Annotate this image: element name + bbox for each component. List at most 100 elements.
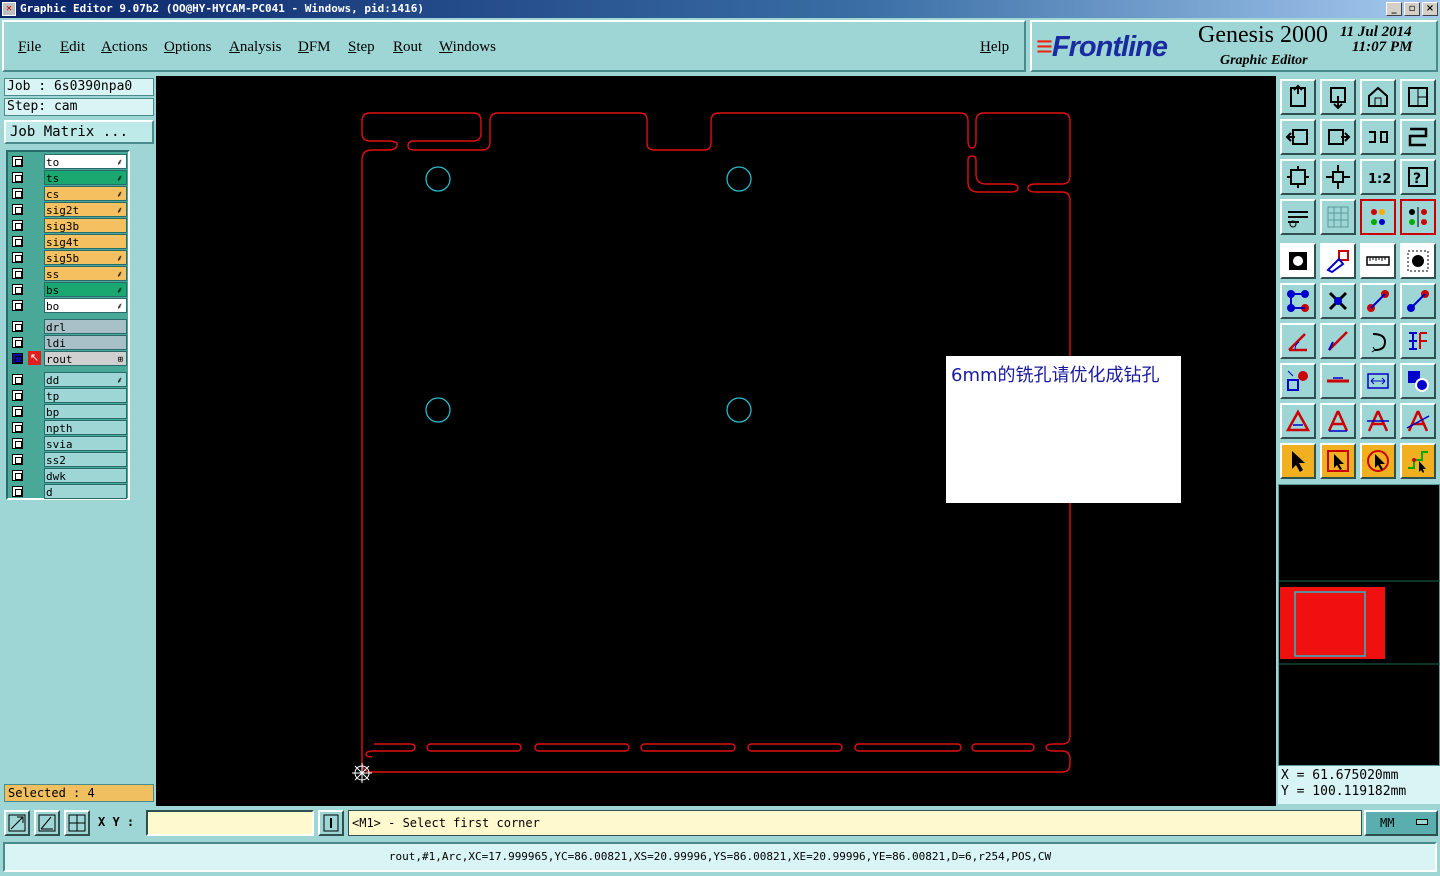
layer-checkbox[interactable] (12, 220, 23, 231)
layer-row-d[interactable]: d (10, 484, 127, 499)
layer-checkbox[interactable] (12, 470, 23, 481)
pointer-circle-button[interactable] (1360, 443, 1396, 479)
house-button[interactable] (1360, 79, 1396, 115)
redraw-button[interactable] (1360, 119, 1396, 155)
layer-name[interactable]: bo ⸙ (44, 298, 127, 313)
layer-row-bp[interactable]: bp (10, 404, 127, 419)
cross-button[interactable] (1320, 283, 1356, 319)
layer-row-rout[interactable]: ↖ rout ⊞ (10, 351, 127, 366)
layer-checkbox[interactable] (12, 438, 23, 449)
pointer-path-button[interactable] (1400, 443, 1436, 479)
layer-name[interactable]: rout ⊞ (44, 351, 127, 366)
layer-row-ldi[interactable]: ldi (10, 335, 127, 350)
layer-row-ts[interactable]: ts ⸙ (10, 170, 127, 185)
menu-dfm[interactable]: DFM (298, 39, 331, 56)
layer-row-sig2t[interactable]: sig2t ⸙ (10, 202, 127, 217)
arc-button[interactable] (1360, 323, 1396, 359)
menu-rout[interactable]: Rout (393, 39, 422, 56)
triangle-a3-button[interactable] (1400, 403, 1436, 439)
triangle-a-button[interactable] (1320, 403, 1356, 439)
help-query-button[interactable]: ? (1400, 159, 1436, 195)
layer-checkbox[interactable] (12, 353, 23, 364)
layer-name[interactable]: npth (44, 420, 127, 435)
layer-row-dd[interactable]: dd ⸙ (10, 372, 127, 387)
triangle-button[interactable] (1280, 403, 1316, 439)
layer-row-bo[interactable]: bo ⸙ (10, 298, 127, 313)
layer-row-bs[interactable]: bs ⸙ (10, 282, 127, 297)
feature-button[interactable] (1280, 243, 1316, 279)
window-split-button[interactable] (1400, 79, 1436, 115)
home-button[interactable] (1280, 79, 1316, 115)
menu-file[interactable]: File (18, 39, 41, 56)
xy-input[interactable] (146, 810, 314, 836)
layer-name[interactable]: ss ⸙ (44, 266, 127, 281)
maximize-button[interactable]: ▫ (1404, 2, 1420, 16)
layer-checkbox[interactable] (12, 337, 23, 348)
grid-button[interactable] (1320, 199, 1356, 235)
scale-1-2-button[interactable]: 1:2 (1360, 159, 1396, 195)
minimize-button[interactable]: _ (1386, 2, 1402, 16)
close-button[interactable]: × (1422, 2, 1438, 16)
pad-red-button[interactable] (1280, 363, 1316, 399)
layer-colors-button[interactable] (1360, 199, 1396, 235)
menu-analysis[interactable]: Analysis (229, 39, 282, 56)
snap-button[interactable] (1400, 119, 1436, 155)
layer-row-sig3b[interactable]: sig3b (10, 218, 127, 233)
layer-name[interactable]: sig4t (44, 234, 127, 249)
layer-name[interactable]: ldi (44, 335, 127, 350)
menu-help[interactable]: Help (980, 39, 1009, 56)
tools-button[interactable] (1280, 199, 1316, 235)
pointer-box-button[interactable] (1320, 443, 1356, 479)
layer-checkbox[interactable] (12, 172, 23, 183)
layer-row-dwk[interactable]: dwk (10, 468, 127, 483)
menu-step[interactable]: Step (348, 39, 375, 56)
info-button[interactable] (318, 810, 344, 836)
layer-checkbox[interactable] (12, 374, 23, 385)
layer-row-sig4t[interactable]: sig4t (10, 234, 127, 249)
layer-name[interactable]: cs ⸙ (44, 186, 127, 201)
triangle-a2-button[interactable] (1360, 403, 1396, 439)
measure-button[interactable] (1360, 363, 1396, 399)
zoom-home-button[interactable] (1320, 79, 1356, 115)
fit-screen-button[interactable] (1280, 159, 1316, 195)
ruler-button[interactable] (1360, 243, 1396, 279)
layer-checkbox[interactable] (12, 321, 23, 332)
layer-name[interactable]: drl (44, 319, 127, 334)
layer-checkbox[interactable] (12, 156, 23, 167)
layer-name[interactable]: ss2 (44, 452, 127, 467)
pointer-button[interactable] (1280, 443, 1316, 479)
layer-name[interactable]: sig5b ⸙ (44, 250, 127, 265)
angle-button[interactable] (1280, 323, 1316, 359)
menu-options[interactable]: Options (164, 39, 212, 56)
dash-button[interactable] (1320, 363, 1356, 399)
layer-name[interactable]: bp (44, 404, 127, 419)
layer-name[interactable]: d (44, 484, 127, 499)
line-button[interactable] (1320, 323, 1356, 359)
grid-snap-button[interactable] (64, 810, 90, 836)
pan-left-button[interactable] (1280, 119, 1316, 155)
layer-row-ss2[interactable]: ss2 (10, 452, 127, 467)
layer-row-ss[interactable]: ss ⸙ (10, 266, 127, 281)
connect-alt-button[interactable] (1400, 283, 1436, 319)
layer-row-to[interactable]: to ⸙ (10, 154, 127, 169)
layer-row-npth[interactable]: npth (10, 420, 127, 435)
layer-name[interactable]: sig2t ⸙ (44, 202, 127, 217)
layer-checkbox[interactable] (12, 284, 23, 295)
graphic-canvas[interactable]: 6mm的铣孔请优化成钻孔 (156, 76, 1276, 806)
overview-map[interactable] (1278, 484, 1440, 766)
units-select[interactable]: MM (1364, 810, 1438, 836)
layer-row-sig5b[interactable]: sig5b ⸙ (10, 250, 127, 265)
layer-name[interactable]: svia (44, 436, 127, 451)
layer-checkbox[interactable] (12, 252, 23, 263)
layer-name[interactable]: bs ⸙ (44, 282, 127, 297)
layer-name[interactable]: tp (44, 388, 127, 403)
layer-checkbox[interactable] (12, 236, 23, 247)
menu-windows[interactable]: Windows (439, 39, 496, 56)
pan-right-button[interactable] (1320, 119, 1356, 155)
layer-name[interactable]: dwk (44, 468, 127, 483)
layer-name[interactable]: dd ⸙ (44, 372, 127, 387)
layer-checkbox[interactable] (12, 300, 23, 311)
layer-row-svia[interactable]: svia (10, 436, 127, 451)
nodes-button[interactable] (1280, 283, 1316, 319)
polygon-button[interactable] (1320, 243, 1356, 279)
